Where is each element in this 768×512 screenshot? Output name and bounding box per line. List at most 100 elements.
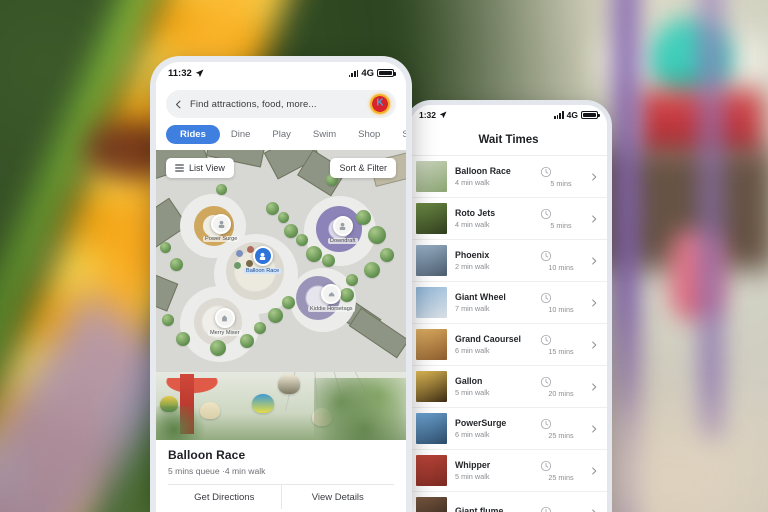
ride-pin-icon (332, 216, 353, 236)
attraction-name: Gallon (455, 375, 483, 386)
attraction-text: Grand Caoursel 6 min walk (455, 334, 532, 356)
tab-rides[interactable]: Rides (166, 125, 220, 144)
map-tree (282, 296, 295, 309)
search-area: Find attractions, food, more... K (156, 84, 406, 122)
walk-time: 7 min walk (455, 304, 490, 314)
map-marker-power-surge[interactable]: Power Surge (203, 214, 240, 242)
map-marker-kiddie-horsetags[interactable]: Kiddie Horsetags (308, 284, 355, 312)
tab-play[interactable]: Play (261, 125, 301, 144)
wait-times-phone: 1:32 4G Wait Times Balloon Race 4 min wal… (405, 100, 612, 512)
map-tree (176, 332, 190, 346)
wait-minutes: 20 mins (548, 388, 574, 398)
marker-label: Downdraft (328, 238, 358, 244)
chevron-right-icon[interactable] (590, 298, 599, 307)
map-building (156, 270, 179, 312)
attraction-thumbnail (416, 161, 447, 192)
park-map-screen: 11:32 4G Find attractions, food, more...… (156, 62, 406, 512)
map-tree (160, 242, 171, 253)
wait-minutes: 5 mins (550, 220, 572, 230)
chevron-left-icon[interactable] (174, 100, 183, 109)
attraction-text: Whipper 5 min walk (455, 460, 532, 482)
tab-st[interactable]: St (391, 125, 406, 144)
wait-times-screen: 1:32 4G Wait Times Balloon Race 4 min wal… (410, 105, 607, 512)
tab-shop[interactable]: Shop (347, 125, 391, 144)
background-purple-pole-2 (700, 0, 722, 440)
clock-icon (540, 376, 582, 388)
tab-swim[interactable]: Swim (302, 125, 347, 144)
sort-filter-button[interactable]: Sort & Filter (330, 158, 396, 178)
background-red-ride-car (634, 90, 764, 158)
chevron-right-icon[interactable] (590, 214, 599, 223)
map-marker-merry-mixer[interactable]: Merry Mixer (208, 308, 242, 336)
attraction-text: Balloon Race 4 min walk (455, 166, 532, 188)
attraction-name: Giant Wheel (455, 291, 506, 302)
clock-icon (540, 250, 582, 262)
wait-time-row[interactable]: Grand Caoursel 6 min walk 15 mins (410, 324, 607, 366)
attraction-name: PowerSurge (455, 417, 507, 428)
map-building (348, 307, 406, 359)
clock-icon (540, 166, 582, 178)
wait-time-cell (540, 506, 582, 512)
wait-time-row[interactable]: Phoenix 2 min walk 10 mins (410, 240, 607, 282)
chevron-right-icon[interactable] (590, 466, 599, 475)
attraction-text: Gallon 5 min walk (455, 376, 532, 398)
chevron-right-icon[interactable] (590, 340, 599, 349)
attraction-text: PowerSurge 6 min walk (455, 418, 532, 440)
wait-time-row[interactable]: Whipper 5 min walk 25 mins (410, 450, 607, 492)
map-marker-balloon-race[interactable]: Balloon Race (244, 246, 282, 274)
wait-minutes: 15 mins (548, 346, 574, 356)
attraction-subtitle: 5 mins queue ·4 min walk (168, 466, 266, 476)
wait-time-row[interactable]: Giant Wheel 7 min walk 10 mins (410, 282, 607, 324)
view-details-button[interactable]: View Details (280, 485, 395, 509)
attraction-name: Balloon Race (455, 165, 511, 176)
attraction-thumbnail (416, 329, 447, 360)
wait-time-row[interactable]: Gallon 5 min walk 20 mins (410, 366, 607, 408)
tab-dine[interactable]: Dine (220, 125, 262, 144)
attraction-text: Roto Jets 4 min walk (455, 208, 532, 230)
chevron-right-icon[interactable] (590, 256, 599, 265)
status-bar-left: 11:32 4G (156, 62, 406, 84)
chevron-right-icon[interactable] (590, 424, 599, 433)
map-tree (268, 308, 283, 323)
battery-full-icon (581, 110, 600, 119)
park-map[interactable]: List View Sort & Filter Power Surge Down… (156, 150, 406, 372)
walk-time: 6 min walk (455, 346, 490, 356)
park-logo-icon[interactable]: K (370, 94, 390, 114)
ride-pin-icon (321, 284, 342, 304)
walk-time: 4 min walk (455, 220, 490, 230)
phone-notch-left (223, 62, 339, 79)
wait-minutes: 10 mins (548, 262, 574, 272)
wait-time-row[interactable]: Balloon Race 4 min walk 5 mins (410, 156, 607, 198)
map-marker-downdraft[interactable]: Downdraft (328, 216, 358, 244)
wait-time-row[interactable]: PowerSurge 6 min walk 25 mins (410, 408, 607, 450)
clock-icon (540, 292, 582, 304)
wait-time-row[interactable]: Roto Jets 4 min walk 5 mins (410, 198, 607, 240)
status-bar-right: 1:32 4G (410, 105, 607, 124)
category-tab-bar[interactable]: RidesDinePlaySwimShopSt (156, 122, 406, 150)
clock-icon (540, 418, 582, 430)
map-tree (296, 234, 308, 246)
clock-icon (540, 208, 582, 220)
photo-gondola (252, 394, 274, 413)
search-input[interactable]: Find attractions, food, more... (190, 99, 363, 110)
chevron-right-icon[interactable] (590, 382, 599, 391)
wait-time-cell: 5 mins (540, 208, 582, 230)
photo-trees-left (156, 406, 216, 440)
chevron-right-icon[interactable] (590, 508, 599, 512)
clock-icon (540, 460, 582, 472)
wait-times-list[interactable]: Balloon Race 4 min walk 5 mins Roto Jets 4 m… (410, 156, 607, 512)
walk-time: 5 min walk (455, 472, 490, 482)
status-time: 1:32 (419, 109, 437, 120)
wait-time-row[interactable]: Giant flume (410, 492, 607, 512)
get-directions-button[interactable]: Get Directions (168, 485, 281, 509)
attraction-actions: Get Directions View Details (168, 484, 394, 509)
map-tree (306, 246, 322, 262)
wait-minutes: 10 mins (548, 304, 574, 314)
attraction-title: Balloon Race (168, 448, 246, 462)
search-bar[interactable]: Find attractions, food, more... K (166, 90, 396, 118)
map-tree (266, 202, 279, 215)
ride-pin-icon (211, 214, 232, 234)
attraction-text: Giant flume (455, 506, 532, 512)
chevron-right-icon[interactable] (590, 172, 599, 181)
list-view-button[interactable]: List View (166, 158, 234, 178)
